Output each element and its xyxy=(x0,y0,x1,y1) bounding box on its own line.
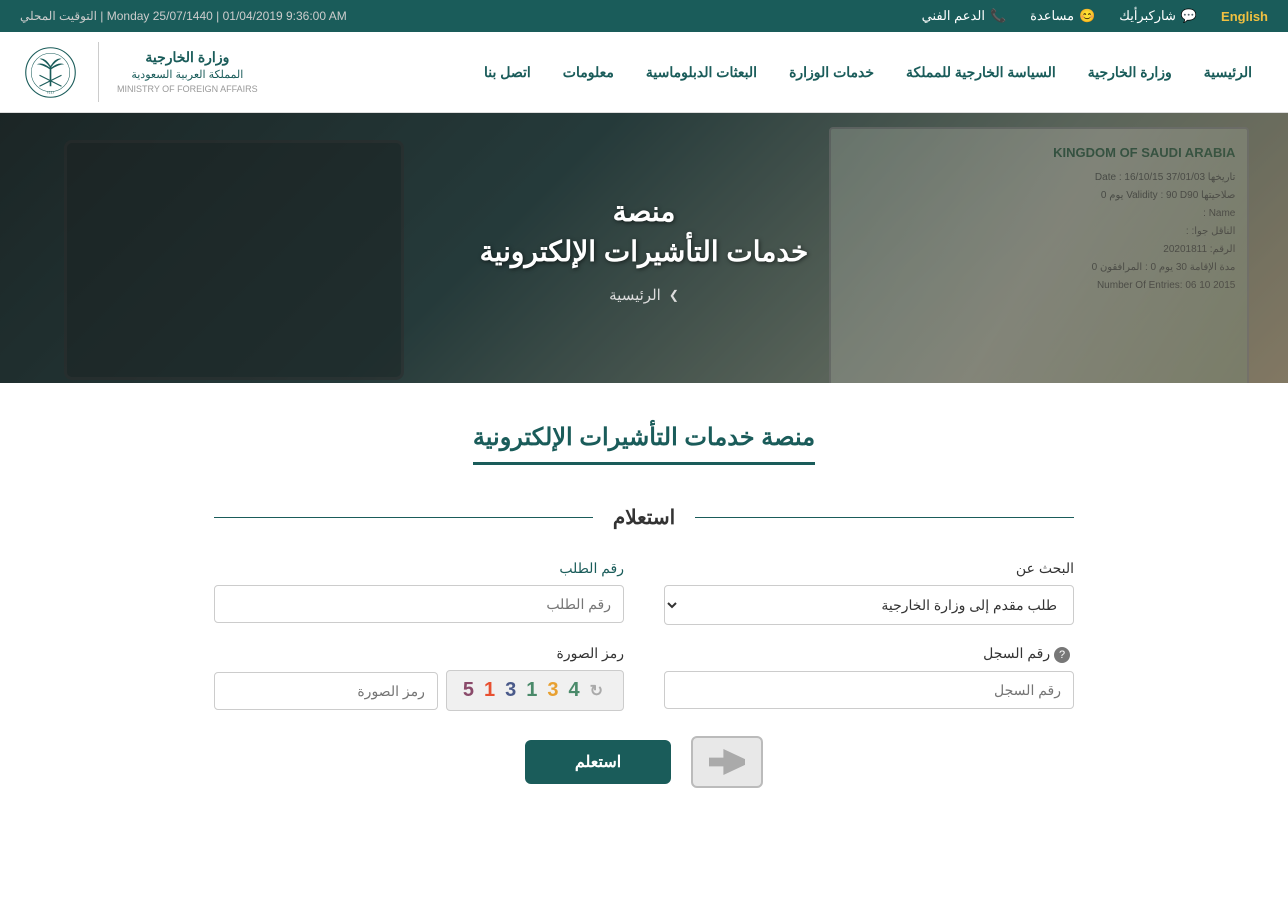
help-icon[interactable]: ? xyxy=(1054,647,1070,663)
captcha-image: ↻ 4 3 1 3 1 5 xyxy=(446,670,624,711)
logo-title: وزارة الخارجية xyxy=(117,48,258,68)
main-content: منصة خدمات التأشيرات الإلكترونية استعلام… xyxy=(194,383,1094,868)
nav-ministry-services[interactable]: خدمات الوزارة xyxy=(773,44,890,101)
captcha-input[interactable] xyxy=(214,672,438,710)
nav-contact[interactable]: اتصل بنا xyxy=(468,44,547,101)
inquiry-divider: استعلام xyxy=(214,505,1074,530)
breadcrumb-home[interactable]: الرئيسية xyxy=(609,286,661,304)
captcha-row: ↻ 4 3 1 3 1 5 xyxy=(214,670,624,711)
captcha-group: رمز الصورة ↻ 4 3 1 3 1 5 xyxy=(214,645,624,711)
nav-info[interactable]: معلومات xyxy=(547,44,630,101)
back-button[interactable] xyxy=(691,736,763,788)
inquiry-label: استعلام xyxy=(613,505,675,530)
captcha-digit-4: 3 xyxy=(505,679,520,702)
search-about-group: البحث عن طلب مقدم إلى وزارة الخارجية xyxy=(664,560,1074,625)
logo-area: وزارة الخارجية المملكة العربية السعودية … xyxy=(20,32,258,112)
datetime-value: Monday 25/07/1440 | 01/04/2019 9:36:00 A… xyxy=(107,9,347,23)
phone-icon: 📞 xyxy=(990,8,1006,24)
divider-line-left xyxy=(695,517,1074,518)
inquiry-button[interactable]: استعلم xyxy=(525,740,671,784)
section-title: منصة خدمات التأشيرات الإلكترونية xyxy=(473,423,815,465)
top-bar: English 💬 شاركبرأيك 😊 مساعدة 📞 الدعم الف… xyxy=(0,0,1288,32)
local-time-label: التوقيت المحلي xyxy=(20,9,97,23)
chevron-icon: ❯ xyxy=(669,288,679,302)
search-about-select[interactable]: طلب مقدم إلى وزارة الخارجية xyxy=(664,585,1074,625)
support-link[interactable]: 📞 الدعم الفني xyxy=(922,8,1007,24)
hero-section: KINGDOM OF SAUDI ARABIA تاريخها 37/01/03… xyxy=(0,113,1288,383)
refresh-captcha-icon[interactable]: ↻ xyxy=(590,681,607,701)
hero-breadcrumb: ❯ الرئيسية xyxy=(480,286,809,304)
section-heading: منصة خدمات التأشيرات الإلكترونية xyxy=(214,423,1074,465)
help-link[interactable]: 😊 مساعدة xyxy=(1030,8,1095,24)
captcha-digit-1: 4 xyxy=(568,679,583,702)
captcha-digit-5: 1 xyxy=(484,679,499,702)
main-nav: الرئيسية وزارة الخارجية السياسة الخارجية… xyxy=(0,32,1288,113)
datetime-area: Monday 25/07/1440 | 01/04/2019 9:36:00 A… xyxy=(20,9,347,23)
request-number-link[interactable]: رقم الطلب xyxy=(559,560,624,576)
nav-diplomatic[interactable]: البعثات الدبلوماسية xyxy=(630,44,773,101)
chat-icon: 💬 xyxy=(1181,8,1197,24)
captcha-digit-3: 1 xyxy=(526,679,541,702)
logo-en: MINISTRY OF FOREIGN AFFAIRS xyxy=(117,83,258,96)
request-number-input[interactable] xyxy=(214,585,624,623)
captcha-digit-2: 3 xyxy=(547,679,562,702)
ministry-emblem: ١٤٤١ xyxy=(20,42,80,102)
captcha-digit-6: 5 xyxy=(463,679,478,702)
captcha-label: رمز الصورة xyxy=(214,645,624,662)
form-grid: البحث عن طلب مقدم إلى وزارة الخارجية رقم… xyxy=(214,560,1074,711)
logo-text: وزارة الخارجية المملكة العربية السعودية … xyxy=(117,48,258,96)
nav-home[interactable]: الرئيسية xyxy=(1188,44,1268,101)
svg-text:١٤٤١: ١٤٤١ xyxy=(46,90,54,94)
search-about-label: البحث عن xyxy=(664,560,1074,577)
hero-content: منصة خدمات التأشيرات الإلكترونية ❯ الرئي… xyxy=(480,192,809,303)
record-number-label: ? رقم السجل xyxy=(664,645,1074,663)
logo-subtitle: المملكة العربية السعودية xyxy=(117,68,258,83)
hero-title: منصة خدمات التأشيرات الإلكترونية xyxy=(480,192,809,270)
logo-divider xyxy=(98,42,99,102)
record-number-group: ? رقم السجل xyxy=(664,645,1074,711)
share-link[interactable]: 💬 شاركبرأيك xyxy=(1119,8,1197,24)
help-circle-icon: 😊 xyxy=(1079,8,1095,24)
nav-foreign-policy[interactable]: السياسة الخارجية للمملكة xyxy=(890,44,1072,101)
buttons-row: استعلم xyxy=(214,736,1074,788)
english-link[interactable]: English xyxy=(1221,9,1268,24)
request-number-group: رقم الطلب xyxy=(214,560,624,625)
back-arrow-icon xyxy=(709,748,745,776)
inquiry-section: استعلام البحث عن طلب مقدم إلى وزارة الخا… xyxy=(214,505,1074,788)
request-number-label: رقم الطلب xyxy=(214,560,624,577)
datetime-label: | xyxy=(97,9,103,23)
divider-line-right xyxy=(214,517,593,518)
top-bar-links: English 💬 شاركبرأيك 😊 مساعدة 📞 الدعم الف… xyxy=(922,8,1268,24)
nav-foreign[interactable]: وزارة الخارجية xyxy=(1072,44,1188,101)
nav-links: الرئيسية وزارة الخارجية السياسة الخارجية… xyxy=(468,44,1268,101)
record-number-input[interactable] xyxy=(664,671,1074,709)
